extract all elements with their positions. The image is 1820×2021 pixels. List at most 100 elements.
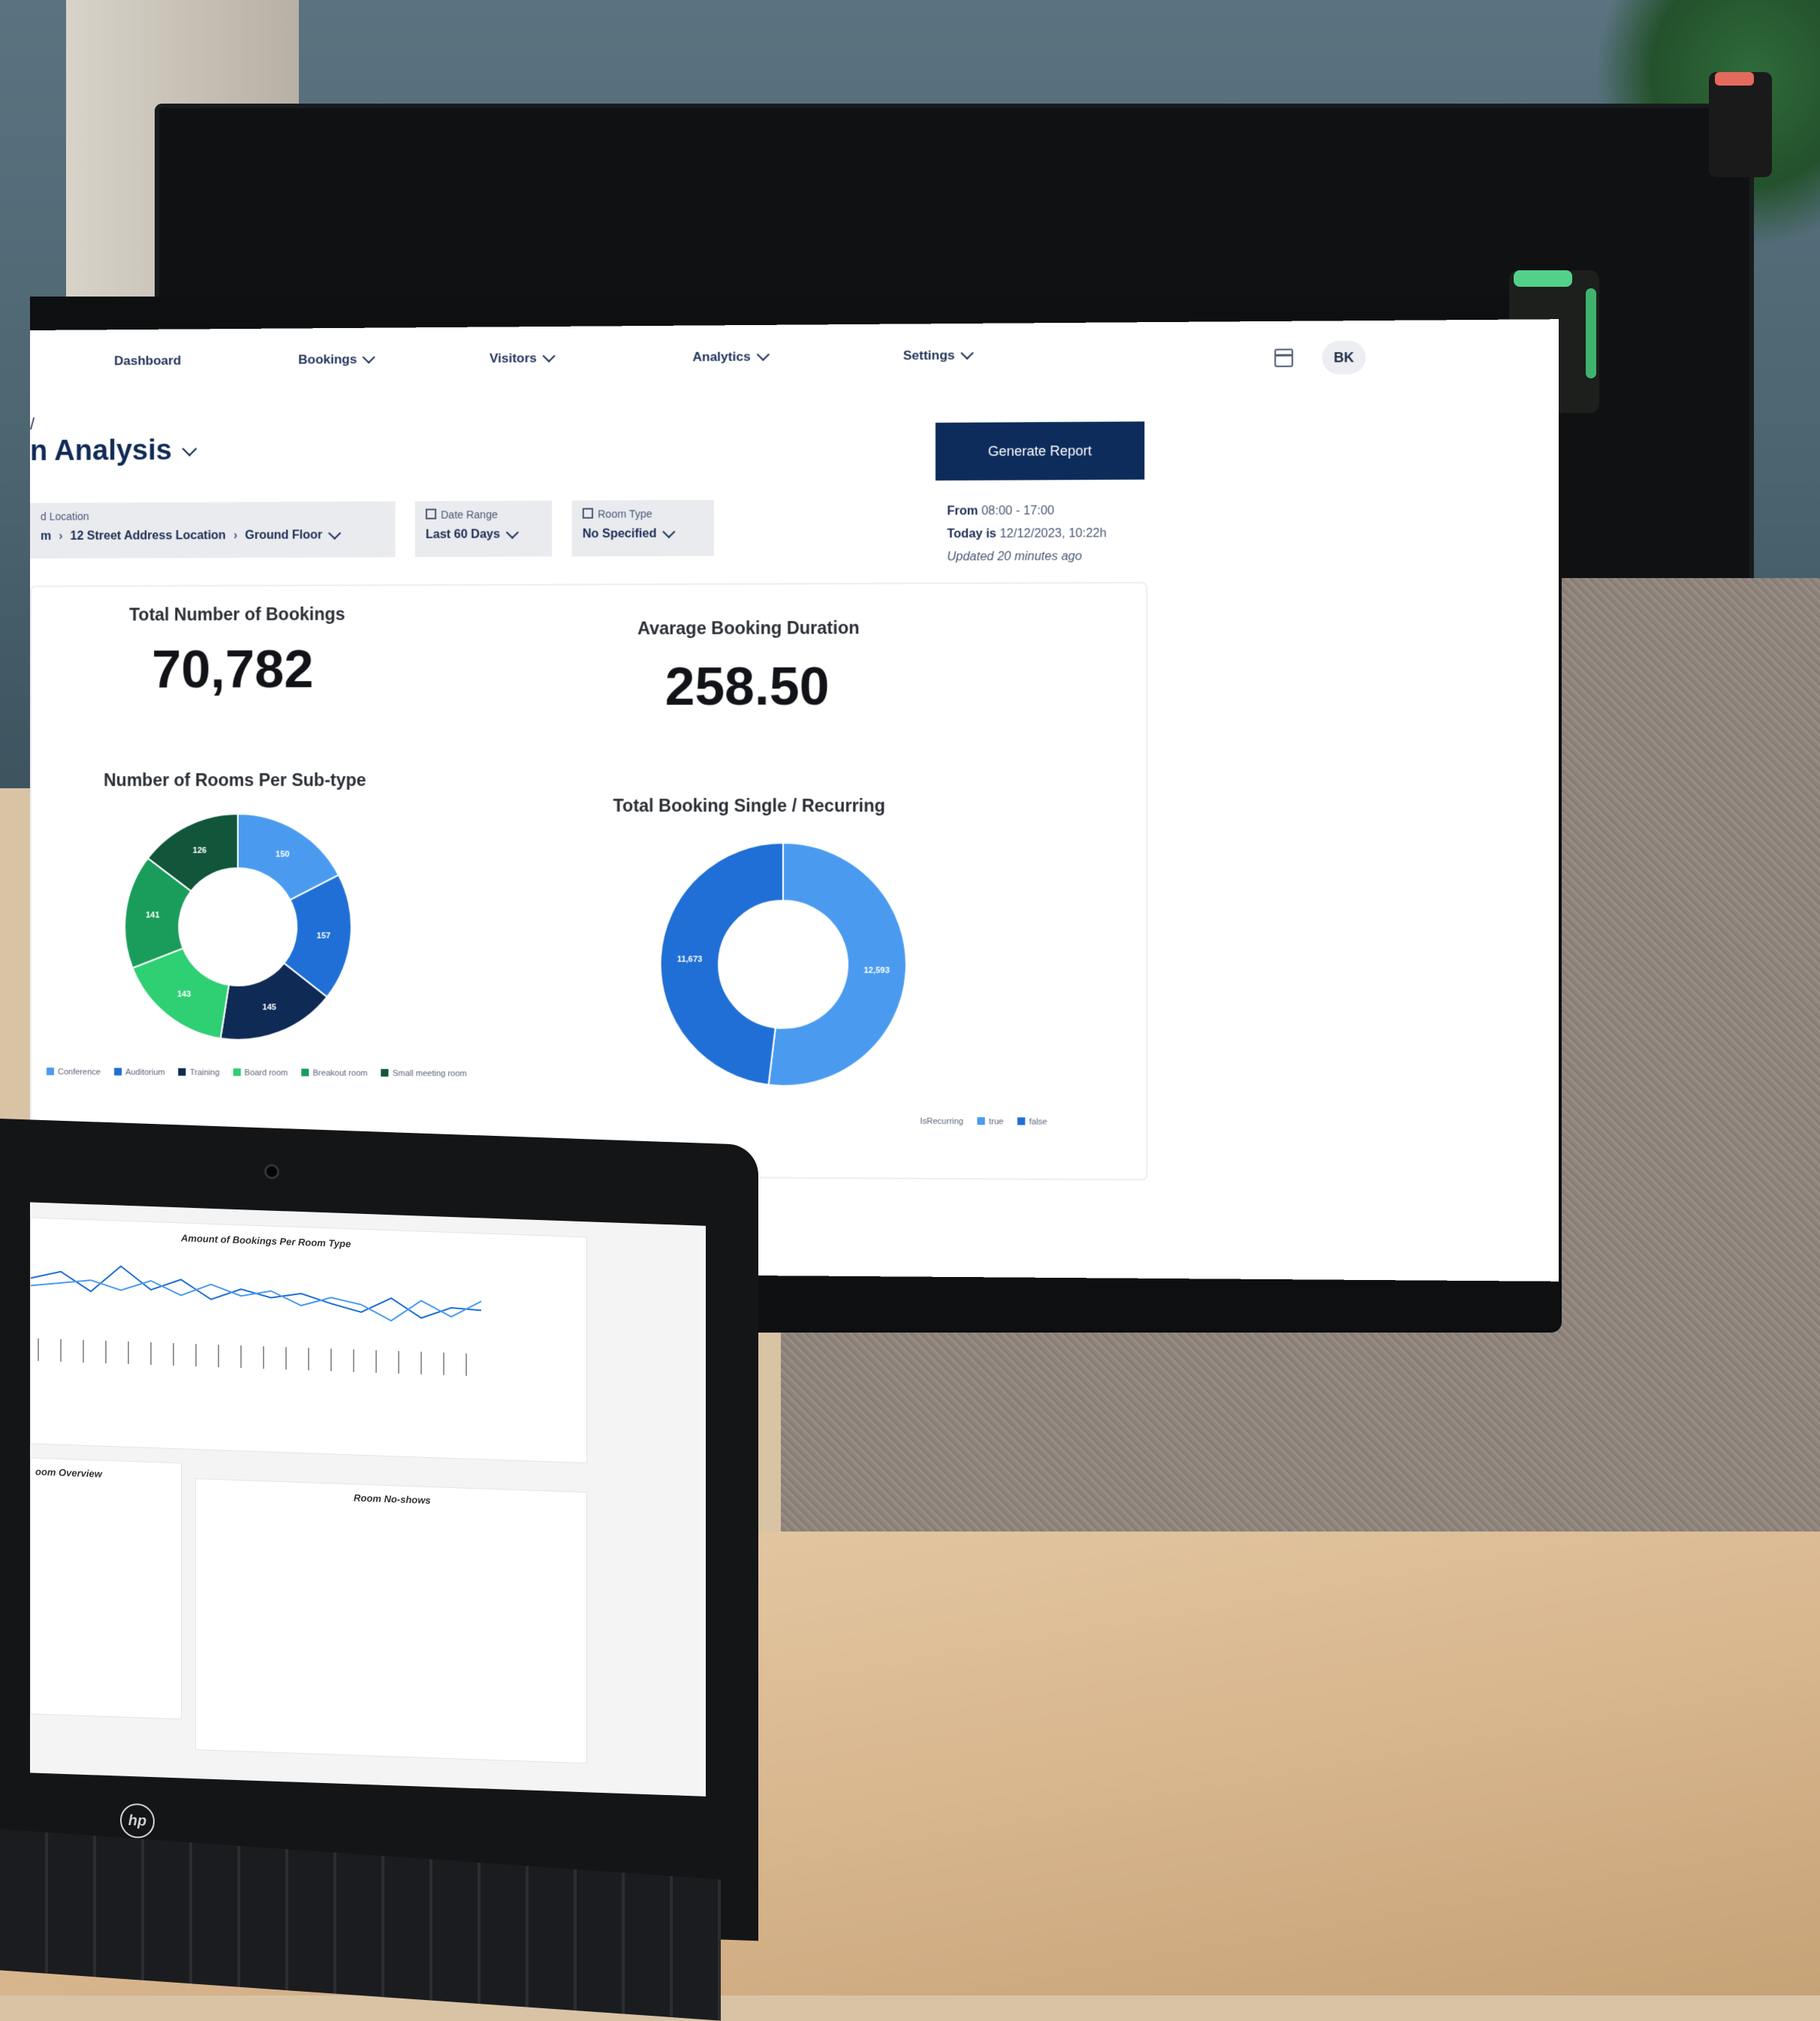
room-noshows-card: Room No-shows xyxy=(195,1478,587,1764)
webcam xyxy=(264,1164,279,1179)
line-series xyxy=(31,1279,482,1322)
legend-label: true xyxy=(989,1117,1004,1127)
nav-visitors-label: Visitors xyxy=(489,351,537,366)
date-range-label-text: Date Range xyxy=(441,508,498,521)
laptop: Amount of Bookings Per Room Type oom Ove… xyxy=(0,1119,758,1941)
calendar-icon xyxy=(425,508,437,520)
laptop-screen: Amount of Bookings Per Room Type oom Ove… xyxy=(30,1202,706,1797)
location-filter-label: d Location xyxy=(40,510,89,523)
legend-label: Auditorium xyxy=(125,1068,165,1077)
flag-icon xyxy=(582,508,594,519)
donut-data-label: 11,673 xyxy=(677,955,703,964)
legend-swatch xyxy=(46,1068,54,1076)
donut-slice xyxy=(769,843,906,1086)
meta-from-value: 08:00 - 17:00 xyxy=(981,504,1055,518)
total-bookings-label: Total Number of Bookings xyxy=(129,604,345,625)
donut-data-label: 141 xyxy=(146,911,159,920)
legend-label: Small meeting room xyxy=(392,1069,467,1079)
legend-item: Board room xyxy=(233,1068,288,1077)
meta-today-label: Today is xyxy=(947,527,996,541)
report-meta: From 08:00 - 17:00 Today is 12/12/2023, … xyxy=(947,499,1106,568)
meta-from-label: From xyxy=(947,504,978,518)
donut-data-label: 143 xyxy=(177,990,191,999)
meta-today: Today is 12/12/2023, 10:22h xyxy=(947,523,1106,546)
nav-settings-label: Settings xyxy=(902,348,955,363)
occupancy-sensor-red xyxy=(1709,72,1772,177)
legend-item: Auditorium xyxy=(113,1068,165,1077)
nav-settings[interactable]: Settings xyxy=(902,346,974,363)
legend-item: true xyxy=(977,1117,1004,1127)
room-type-value-text: No Specified xyxy=(582,527,657,541)
line-series xyxy=(31,1265,482,1319)
legend-swatch xyxy=(977,1117,986,1125)
page-title[interactable]: n Analysis xyxy=(30,434,197,468)
meta-updated-text: Updated 20 minutes ago xyxy=(947,550,1082,564)
donut-data-label: 126 xyxy=(193,846,206,855)
booking-legend: IsRecurring true false xyxy=(920,1117,1047,1127)
chevron-down-icon xyxy=(362,351,376,364)
legend-swatch xyxy=(1017,1117,1026,1125)
nav-analytics-label: Analytics xyxy=(692,349,751,365)
location-path-segment: Ground Floor xyxy=(245,529,323,542)
line-chart xyxy=(31,1265,482,1376)
nav-bookings-label: Bookings xyxy=(298,351,357,367)
chevron-down-icon xyxy=(182,441,197,456)
chevron-down-icon xyxy=(662,525,676,539)
meta-from: From 08:00 - 17:00 xyxy=(947,499,1106,523)
room-type-filter-value: No Specified xyxy=(582,525,676,541)
top-navigation: Dashboard Bookings Visitors Analytics Se… xyxy=(30,319,1559,413)
legend-item: Small meeting room xyxy=(381,1068,467,1079)
chevron-right-icon: › xyxy=(59,529,63,543)
booking-chart-title: Total Booking Single / Recurring xyxy=(613,795,886,816)
location-filter-value: m › 12 Street Address Location › Ground … xyxy=(40,526,341,544)
legend-swatch xyxy=(233,1068,241,1077)
date-range-filter[interactable]: Date Range Last 60 Days xyxy=(414,500,553,558)
legend-label: Conference xyxy=(57,1068,101,1077)
legend-item: Conference xyxy=(46,1068,101,1077)
donut-data-label: 157 xyxy=(317,932,330,941)
nav-visitors[interactable]: Visitors xyxy=(489,349,556,366)
calendar-icon[interactable] xyxy=(1274,348,1294,368)
room-type-filter[interactable]: Room Type No Specified xyxy=(571,499,715,557)
legend-label: false xyxy=(1029,1117,1047,1127)
breadcrumb[interactable]: / xyxy=(30,414,35,434)
avg-duration-label: Avarage Booking Duration xyxy=(637,617,860,638)
legend-label: Training xyxy=(189,1068,220,1078)
meta-today-value: 12/12/2023, 10:22h xyxy=(999,527,1107,541)
rooms-donut-chart: 150 157 145 143 141 126 xyxy=(117,806,359,1048)
nav-bookings[interactable]: Bookings xyxy=(298,351,376,368)
rooms-legend: Conference Auditorium Training Board roo… xyxy=(46,1068,467,1079)
room-overview-title: oom Overview xyxy=(35,1465,102,1480)
legend-label: Board room xyxy=(244,1068,288,1078)
chevron-down-icon xyxy=(505,526,519,539)
page-title-text: n Analysis xyxy=(30,434,172,467)
generate-report-button[interactable]: Generate Report xyxy=(935,421,1145,481)
chevron-right-icon: › xyxy=(233,529,238,542)
legend-swatch xyxy=(178,1068,186,1076)
chevron-down-icon xyxy=(756,348,770,361)
donut-data-label: 150 xyxy=(276,850,289,859)
room-overview-card: oom Overview xyxy=(30,1457,182,1720)
date-range-filter-value: Last 60 Days xyxy=(426,526,519,542)
booking-donut-chart: 12,593 11,673 xyxy=(652,835,914,1094)
legend-swatch xyxy=(113,1068,122,1076)
room-type-label-text: Room Type xyxy=(598,508,652,520)
avg-duration-value: 258.50 xyxy=(664,656,830,716)
legend-item: Training xyxy=(178,1068,220,1078)
chevron-down-icon xyxy=(327,526,341,540)
legend-item: false xyxy=(1017,1117,1047,1127)
user-avatar[interactable]: BK xyxy=(1321,340,1367,375)
location-filter[interactable]: d Location m › 12 Street Address Locatio… xyxy=(30,501,396,559)
donut-data-label: 12,593 xyxy=(863,966,889,975)
legend-prefix: IsRecurring xyxy=(920,1116,964,1127)
line-chart-card: Amount of Bookings Per Room Type xyxy=(30,1217,587,1464)
nav-dashboard[interactable]: Dashboard xyxy=(114,354,181,369)
hp-logo: hp xyxy=(120,1803,155,1839)
location-path-segment: m xyxy=(40,529,52,543)
date-range-filter-label: Date Range xyxy=(425,508,498,521)
nav-analytics[interactable]: Analytics xyxy=(692,348,770,365)
chevron-down-icon xyxy=(542,349,556,363)
meta-updated: Updated 20 minutes ago xyxy=(947,545,1106,568)
chevron-down-icon xyxy=(960,346,974,360)
legend-swatch xyxy=(301,1068,309,1077)
